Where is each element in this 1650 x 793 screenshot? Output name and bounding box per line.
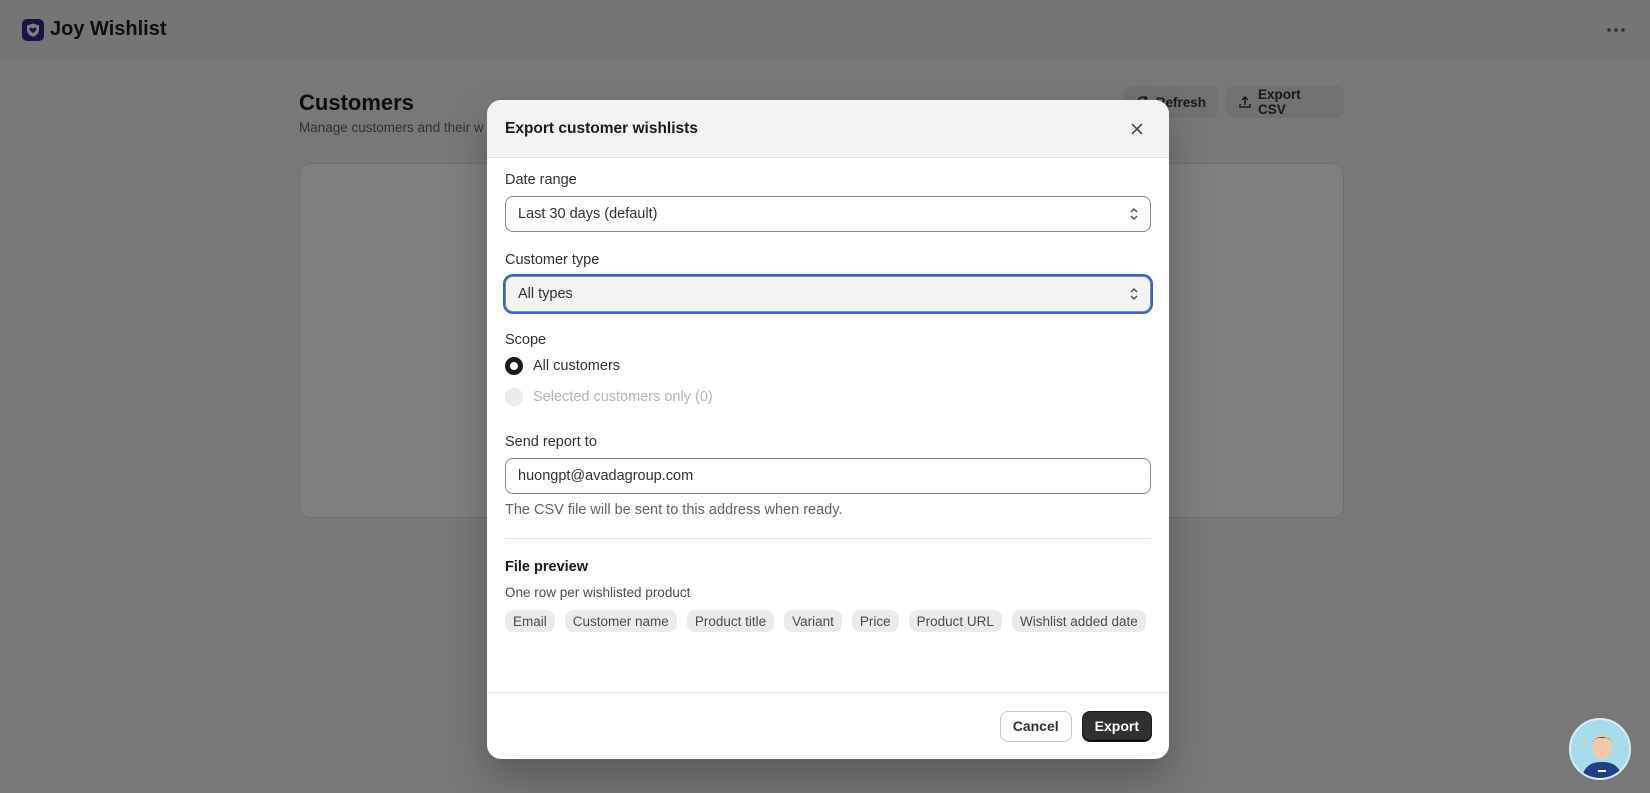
modal-header: Export customer wishlists (487, 100, 1169, 158)
radio-checked[interactable] (505, 356, 523, 375)
close-icon (1131, 122, 1143, 135)
export-button[interactable]: Export (1081, 710, 1152, 742)
scope-option-all-customers[interactable]: All customers (505, 350, 1151, 381)
divider (505, 538, 1151, 539)
chevron-up-down-icon (1130, 208, 1138, 220)
customer-type-value: All types (518, 286, 573, 302)
export-modal: Export customer wishlists Date range Las… (487, 100, 1169, 759)
chevron-up-down-icon (1130, 288, 1138, 300)
date-range-value: Last 30 days (default) (518, 206, 658, 222)
email-value: huongpt@avadagroup.com (518, 468, 694, 484)
column-chip: Product title (686, 610, 775, 632)
column-chip: Email (505, 610, 555, 632)
date-range-label: Date range (505, 172, 577, 188)
scope-option-selected-customers: Selected customers only (0) (505, 381, 1151, 412)
file-preview-title: File preview (505, 559, 589, 575)
file-preview-description: One row per wishlisted product (505, 585, 691, 600)
email-field[interactable]: huongpt@avadagroup.com (505, 458, 1151, 494)
modal-body: Date range Last 30 days (default) Custom… (487, 158, 1169, 632)
column-chip: Wishlist added date (1011, 610, 1146, 632)
scope-option-label: All customers (533, 357, 621, 374)
modal-footer: Cancel Export (487, 692, 1169, 759)
send-report-label: Send report to (505, 434, 597, 450)
date-range-select[interactable]: Last 30 days (default) (505, 196, 1151, 232)
close-button[interactable] (1123, 115, 1151, 143)
support-chat-avatar[interactable] (1569, 718, 1631, 780)
radio-disabled (505, 387, 523, 406)
email-help-text: The CSV file will be sent to this addres… (505, 502, 843, 518)
column-chip: Variant (784, 610, 842, 632)
cancel-button[interactable]: Cancel (999, 710, 1072, 742)
customer-type-select[interactable]: All types (505, 276, 1151, 312)
column-chip: Price (851, 610, 899, 632)
customer-type-label: Customer type (505, 252, 600, 268)
column-chips: Email Customer name Product title Varian… (505, 610, 1151, 632)
scope-label: Scope (505, 332, 547, 348)
modal-title: Export customer wishlists (505, 119, 698, 137)
scope-option-label: Selected customers only (0) (533, 388, 713, 405)
column-chip: Customer name (564, 610, 677, 632)
column-chip: Product URL (908, 610, 1002, 632)
